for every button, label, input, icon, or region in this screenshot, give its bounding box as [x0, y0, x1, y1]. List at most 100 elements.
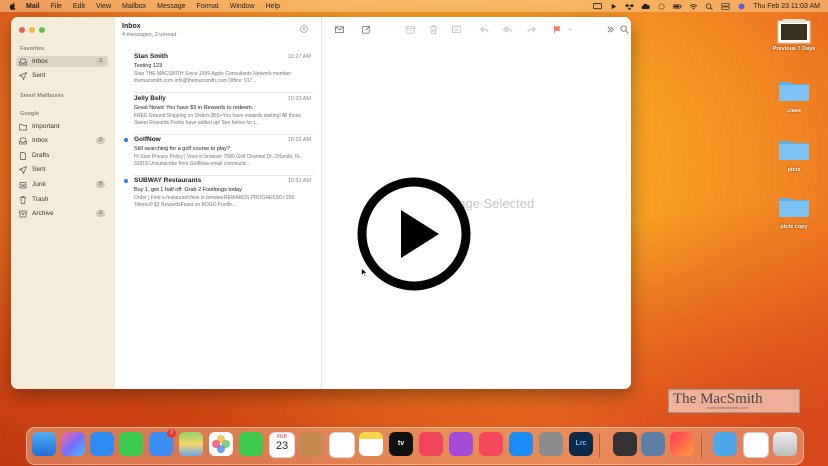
notes-icon[interactable] — [359, 432, 383, 456]
menubar-clock[interactable]: Thu Feb 23 11:03 AM — [753, 3, 820, 10]
menu-file[interactable]: File — [51, 3, 62, 10]
documents-stack-icon[interactable] — [743, 432, 769, 458]
sidebar-item-label: Sent — [32, 166, 46, 173]
menu-format[interactable]: Format — [197, 3, 219, 10]
message-subject: Testing 123 — [134, 63, 163, 69]
video-play-icon[interactable] — [356, 176, 472, 292]
desktop-icon-previous-7-days[interactable]: Previous 7 Days — [764, 18, 824, 52]
menu-app-name[interactable]: Mail — [26, 3, 40, 10]
message-row[interactable]: Stan Smith 10:27 AM Testing 123 Stan THE… — [115, 53, 321, 93]
finder-icon[interactable] — [32, 432, 56, 456]
facetime-icon[interactable] — [239, 432, 263, 456]
reply-all-icon[interactable] — [503, 25, 512, 34]
cloud-icon[interactable] — [641, 3, 650, 10]
forward-icon[interactable] — [527, 25, 536, 34]
menu-view[interactable]: View — [96, 3, 111, 10]
calculator-icon[interactable] — [613, 432, 637, 456]
message-preview: Hi Stan Privacy Policy | View in browser… — [134, 154, 301, 167]
sidebar: Favorites Inbox 2 Sent Smart Mailboxes G… — [11, 17, 115, 389]
contacts-icon[interactable] — [299, 432, 323, 456]
archive-button-icon[interactable] — [406, 25, 415, 34]
creative-cloud-icon[interactable] — [670, 432, 694, 456]
launchpad-icon[interactable] — [61, 432, 85, 456]
reminders-icon[interactable] — [329, 432, 355, 458]
window-controls — [19, 27, 45, 33]
google-label[interactable]: Google — [20, 111, 39, 117]
apple-menu-icon[interactable] — [8, 2, 18, 10]
divider — [134, 134, 313, 135]
desktop-icon-picts-copy[interactable]: picts copy — [764, 195, 824, 230]
sidebar-item-important[interactable]: Important — [16, 121, 108, 132]
chevron-down-icon[interactable] — [567, 25, 573, 34]
compose-icon[interactable] — [362, 25, 371, 34]
photos-icon[interactable] — [209, 432, 233, 456]
spotlight-icon[interactable] — [705, 2, 714, 10]
sidebar-item-google-inbox[interactable]: Inbox 2 — [16, 135, 108, 146]
message-preview: FREE Ground Shipping on Orders $55+You h… — [134, 113, 301, 126]
sidebar-item-label: Sent — [32, 72, 46, 79]
zoom-button[interactable] — [39, 27, 45, 33]
flag-icon[interactable] — [553, 25, 562, 34]
folder-icon — [19, 123, 27, 130]
desktop-icon-label: picts copy — [780, 224, 808, 230]
news-icon[interactable] — [479, 432, 503, 456]
downloads-folder-icon[interactable] — [713, 432, 737, 456]
siri-icon[interactable] — [737, 2, 746, 10]
desktop-icon-label: Previous 7 Days — [772, 46, 816, 52]
menu-mailbox[interactable]: Mailbox — [122, 3, 146, 10]
message-preview: Stan THE MACSMITH Since 1999 Apple Consu… — [134, 71, 292, 84]
delete-icon[interactable] — [429, 25, 438, 34]
message-row[interactable]: SUBWAY Restaurants 10:31 AM Buy 1, get 1… — [115, 177, 321, 217]
podcasts-icon[interactable] — [449, 432, 473, 456]
sidebar-item-drafts[interactable]: Drafts — [16, 150, 108, 161]
message-row[interactable]: GolfNow 10:22 AM Still searching for a g… — [115, 136, 321, 176]
sidebar-item-archive[interactable]: Archive 2 — [16, 208, 108, 219]
sidebar-item-trash[interactable]: Trash — [16, 194, 108, 205]
lightroom-classic-icon[interactable]: Lrc — [569, 432, 593, 456]
menu-edit[interactable]: Edit — [73, 3, 85, 10]
trash-icon[interactable] — [773, 432, 797, 456]
tray-icon — [19, 137, 27, 144]
sidebar-item-favorites-sent[interactable]: Sent — [16, 70, 108, 81]
music-icon[interactable] — [419, 432, 443, 456]
smart-mailboxes-label[interactable]: Smart Mailboxes — [20, 93, 64, 99]
sidebar-item-favorites-inbox[interactable]: Inbox 2 — [16, 56, 108, 67]
message-subject: Buy 1, get 1 half off: Grab 2 Footlongs … — [134, 187, 242, 193]
desktop-icon-class[interactable]: class — [764, 79, 824, 114]
reply-icon[interactable] — [480, 25, 489, 34]
menu-message[interactable]: Message — [157, 3, 185, 10]
junk-button-icon[interactable] — [452, 25, 461, 34]
watermark-logo: The MacSmith www.themacsmith.com — [668, 389, 800, 413]
minimize-button[interactable] — [29, 27, 35, 33]
messages-icon[interactable] — [119, 432, 143, 456]
sidebar-item-label: Junk — [32, 181, 46, 188]
maps-icon[interactable] — [179, 432, 203, 456]
system-settings-icon[interactable] — [539, 432, 563, 456]
desktop-icon-picts[interactable]: picts — [764, 138, 824, 173]
wifi-icon[interactable] — [689, 3, 698, 10]
preview-icon[interactable] — [641, 432, 665, 456]
dropbox-icon[interactable] — [625, 3, 635, 10]
display-icon[interactable] — [593, 2, 603, 10]
search-icon[interactable] — [620, 25, 629, 34]
menu-help[interactable]: Help — [266, 3, 280, 10]
safari-icon[interactable] — [90, 432, 114, 456]
lasso-icon[interactable] — [657, 2, 666, 10]
mail-icon[interactable]: 2 — [149, 429, 176, 456]
sidebar-item-junk[interactable]: Junk 8 — [16, 179, 108, 190]
sidebar-item-label: Trash — [32, 196, 49, 203]
sidebar-item-google-sent[interactable]: Sent — [16, 164, 108, 175]
menu-window[interactable]: Window — [230, 3, 255, 10]
close-button[interactable] — [19, 27, 25, 33]
control-center-icon[interactable] — [721, 2, 730, 10]
apple-tv-icon[interactable]: tv — [389, 432, 413, 456]
message-row[interactable]: Jelly Belly 10:33 AM Great News! You hav… — [115, 95, 321, 135]
app-store-icon[interactable] — [509, 432, 533, 456]
filter-icon[interactable] — [300, 25, 308, 33]
get-mail-icon[interactable] — [335, 25, 344, 34]
overflow-chevron-icon[interactable] — [606, 25, 615, 34]
message-time: 10:31 AM — [287, 178, 311, 184]
battery-icon[interactable] — [673, 3, 682, 10]
calendar-icon[interactable]: FEB 23 — [269, 432, 295, 458]
play-status-icon[interactable] — [609, 3, 618, 10]
